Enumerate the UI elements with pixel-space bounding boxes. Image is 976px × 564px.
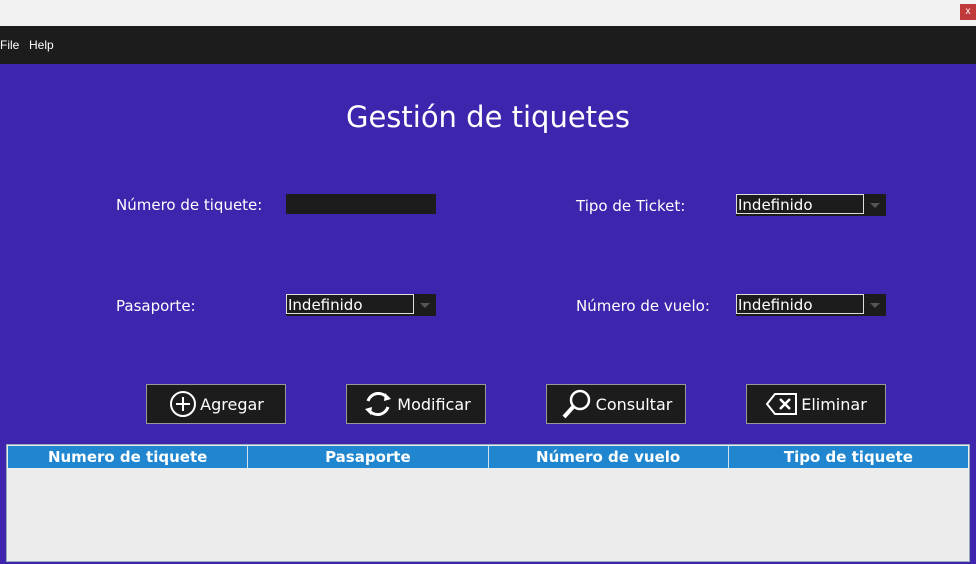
flight-number-label: Número de vuelo: <box>576 297 710 315</box>
add-button-label: Agregar <box>200 394 264 414</box>
search-icon <box>562 389 590 419</box>
modify-button-label: Modificar <box>397 394 471 414</box>
plus-circle-icon <box>170 391 197 417</box>
column-header-ticket-number[interactable]: Numero de tiquete <box>8 446 249 468</box>
backspace-icon <box>765 393 798 415</box>
refresh-icon <box>365 392 392 416</box>
close-button[interactable]: x <box>960 4 976 20</box>
page-title: Gestión de tiquetes <box>345 100 631 134</box>
ticket-number-label: Número de tiquete: <box>116 196 263 214</box>
chevron-down-icon[interactable] <box>414 294 436 316</box>
ticket-type-label: Tipo de Ticket: <box>576 197 686 215</box>
main-panel: Gestión de tiquetes Número de tiquete: T… <box>0 64 976 564</box>
delete-button[interactable]: Eliminar <box>746 384 886 424</box>
delete-button-label: Eliminar <box>801 394 867 414</box>
passport-select[interactable]: Indefinido <box>286 294 436 316</box>
query-button[interactable]: Consultar <box>546 384 686 424</box>
chevron-down-icon[interactable] <box>864 294 886 316</box>
ticket-number-input[interactable] <box>286 194 436 214</box>
tickets-table[interactable]: Numero de tiquete Pasaporte Número de vu… <box>6 444 970 562</box>
flight-number-select[interactable]: Indefinido <box>736 294 886 316</box>
chevron-down-icon[interactable] <box>864 194 886 216</box>
menu-file[interactable]: File <box>0 38 19 52</box>
column-header-ticket-type[interactable]: Tipo de tiquete <box>729 446 968 468</box>
column-header-passport[interactable]: Pasaporte <box>248 446 489 468</box>
flight-number-value: Indefinido <box>736 294 864 314</box>
table-header: Numero de tiquete Pasaporte Número de vu… <box>8 446 968 468</box>
passport-label: Pasaporte: <box>116 297 196 315</box>
ticket-type-select[interactable]: Indefinido <box>736 194 886 216</box>
modify-button[interactable]: Modificar <box>346 384 486 424</box>
window-titlebar: x <box>0 0 976 26</box>
menu-bar: File Help <box>0 26 976 64</box>
ticket-type-value: Indefinido <box>736 194 864 214</box>
passport-value: Indefinido <box>286 294 414 314</box>
query-button-label: Consultar <box>595 394 673 414</box>
menu-help[interactable]: Help <box>29 38 54 52</box>
add-button[interactable]: Agregar <box>146 384 286 424</box>
column-header-flight-number[interactable]: Número de vuelo <box>489 446 729 468</box>
